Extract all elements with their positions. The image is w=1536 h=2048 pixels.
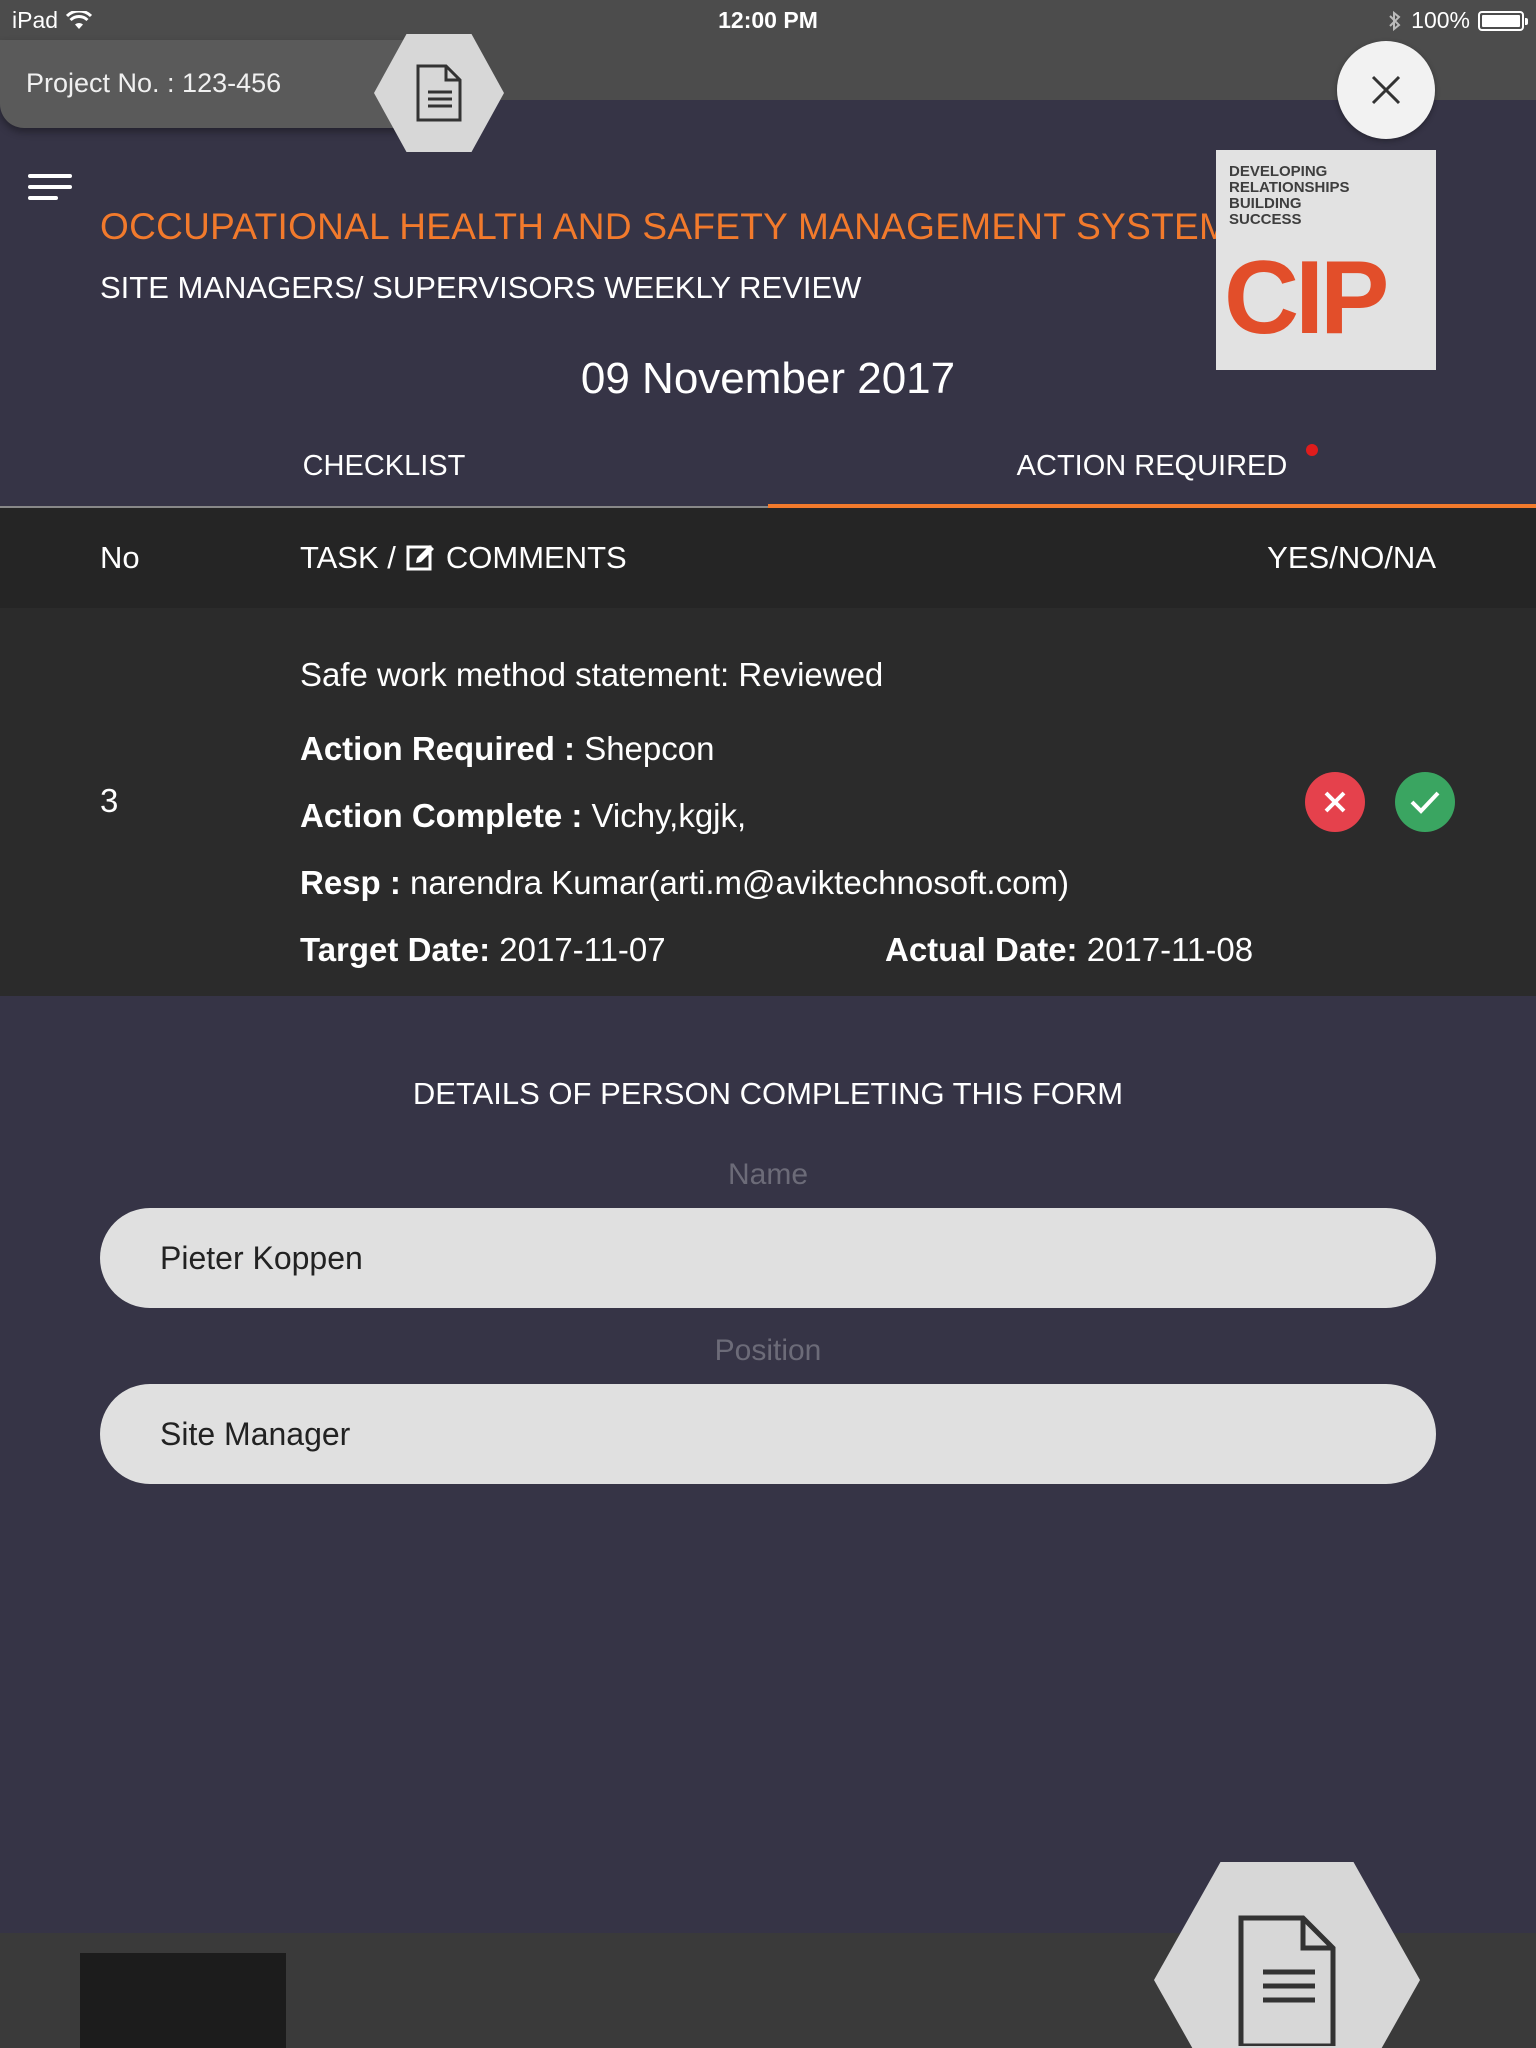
name-label: Name — [727, 1158, 809, 1191]
yes-button[interactable] — [1395, 772, 1455, 832]
page-subtitle: SITE MANAGERS/ SUPERVISORS WEEKLY REVIEW — [100, 270, 862, 305]
action-required-line: Action Required : Shepcon — [300, 730, 715, 767]
column-no: No — [100, 540, 140, 575]
close-icon — [1371, 75, 1401, 105]
column-yes-no-na: YES/NO/NA — [1267, 540, 1436, 575]
bottom-block — [80, 1953, 286, 2048]
battery-percent: 100% — [1411, 7, 1470, 33]
logo-brand: CIP — [1224, 240, 1389, 356]
no-button[interactable] — [1305, 772, 1365, 832]
row-task: Safe work method statement: Reviewed — [300, 656, 884, 693]
action-complete-line: Action Complete : Vichy,kgjk, — [300, 797, 747, 834]
status-bar: iPad 12:00 PM 100% — [0, 0, 1536, 40]
column-task: TASK / COMMENTS — [300, 540, 627, 575]
battery-icon — [1478, 10, 1528, 31]
table-header: No TASK / COMMENTS YES/NO/NA — [0, 508, 1536, 608]
review-date: 09 November 2017 — [580, 354, 956, 403]
status-right: 100% — [1387, 7, 1528, 34]
hamburger-menu-icon[interactable] — [28, 174, 72, 204]
tab-checklist[interactable]: CHECKLIST — [0, 438, 768, 508]
tab-action-required[interactable]: ACTION REQUIRED — [768, 438, 1536, 508]
position-field[interactable]: Site Manager — [100, 1384, 1436, 1484]
document-icon — [1238, 1915, 1336, 2046]
responsible-line: Resp : narendra Kumar(arti.m@aviktechnos… — [300, 864, 1069, 901]
target-date-line: Target Date: 2017-11-07 — [300, 931, 666, 968]
bluetooth-icon — [1389, 10, 1401, 31]
close-button[interactable] — [1337, 41, 1435, 139]
check-icon — [1410, 791, 1440, 814]
row-number: 3 — [100, 782, 119, 819]
document-action-button[interactable] — [1154, 1862, 1420, 2048]
form-section-title: DETAILS OF PERSON COMPLETING THIS FORM — [412, 1076, 1124, 1111]
name-field[interactable]: Pieter Koppen — [100, 1208, 1436, 1308]
cip-logo: DEVELOPING RELATIONSHIPS BUILDING SUCCES… — [1216, 150, 1436, 370]
notification-dot — [1306, 444, 1318, 456]
actual-date-line: Actual Date: 2017-11-08 — [885, 931, 1254, 968]
page-title: OCCUPATIONAL HEALTH AND SAFETY MANAGEMEN… — [100, 206, 1231, 247]
document-icon — [416, 64, 462, 122]
project-number: Project No. : 123-456 — [26, 68, 282, 98]
cross-icon — [1324, 791, 1346, 813]
edit-icon — [406, 545, 434, 571]
table-row: 3 Safe work method statement: Reviewed A… — [0, 608, 1536, 996]
logo-tagline: DEVELOPING RELATIONSHIPS BUILDING SUCCES… — [1229, 163, 1350, 228]
position-label: Position — [714, 1334, 822, 1367]
status-time: 12:00 PM — [718, 7, 818, 33]
